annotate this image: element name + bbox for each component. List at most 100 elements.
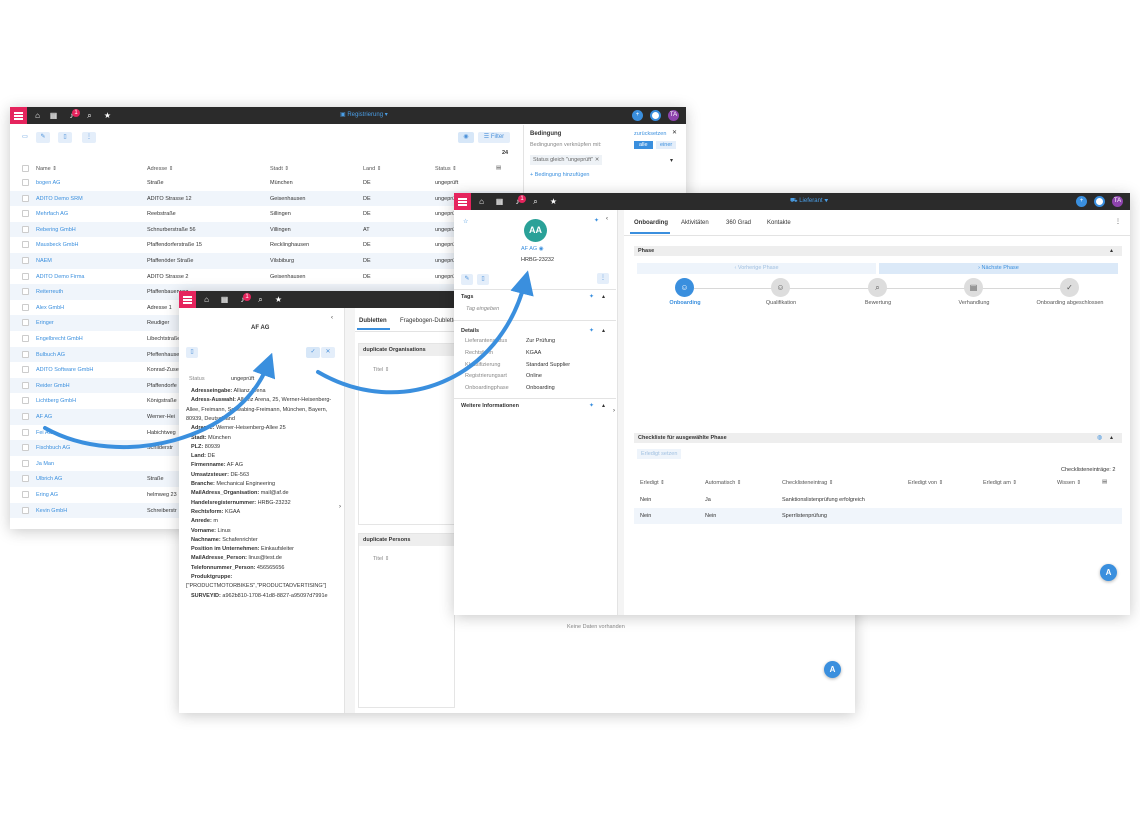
more-icon[interactable]: ⋮ bbox=[82, 132, 96, 143]
row-checkbox[interactable] bbox=[22, 288, 29, 296]
table-row[interactable]: bogen AG Straße München DE ungeprüft bbox=[10, 175, 520, 191]
cancel-icon[interactable]: ✕ bbox=[321, 347, 335, 358]
prev-phase-button[interactable]: ‹ Vorherige Phase bbox=[637, 263, 876, 274]
table-row[interactable]: ADITO Demo Firma ADITO Strasse 2 Geisenhau… bbox=[10, 269, 520, 285]
column-settings-icon[interactable]: ▤ bbox=[1102, 479, 1107, 485]
cell-name[interactable]: Rebering GmbH bbox=[36, 227, 76, 233]
help-icon[interactable] bbox=[650, 110, 661, 121]
cell-name[interactable]: Alex GmbH bbox=[36, 305, 64, 311]
view-toggle-icon[interactable]: ◉ bbox=[458, 132, 474, 143]
cell-name[interactable]: Reiterreuth bbox=[36, 289, 63, 295]
row-checkbox[interactable] bbox=[22, 413, 29, 420]
tab-questionnaire-duplicate[interactable]: Fragebogen-Dublette bbox=[400, 318, 457, 324]
search-icon[interactable]: ⌕ bbox=[255, 294, 266, 305]
menu-icon[interactable] bbox=[179, 291, 196, 308]
home-icon[interactable]: ⌂ bbox=[32, 110, 43, 121]
cell-name[interactable]: ADITO Demo SRM bbox=[36, 196, 83, 202]
column-header-status[interactable]: Status ⇕ bbox=[435, 166, 457, 172]
add-icon[interactable]: + bbox=[632, 110, 643, 121]
folder-icon[interactable]: ▭ bbox=[18, 132, 32, 143]
table-row[interactable]: Mausbeck GmbH Pfaffendorferstraße 15 Reckl… bbox=[10, 237, 520, 253]
evaluation-step-icon[interactable]: ⌕ bbox=[868, 278, 887, 297]
edit-icon[interactable]: ✎ bbox=[461, 274, 473, 285]
row-checkbox[interactable] bbox=[22, 303, 29, 311]
table-row[interactable]: Nein Ja Sanktionslistenprüfung erfolgrei… bbox=[634, 492, 1122, 508]
chevron-down-icon[interactable]: ▾ bbox=[670, 157, 673, 164]
chevron-up-icon[interactable]: ▴ bbox=[1110, 247, 1113, 254]
expand-icon[interactable]: › bbox=[613, 408, 615, 414]
chevron-up-icon[interactable]: ▴ bbox=[1110, 434, 1113, 441]
row-checkbox[interactable] bbox=[22, 272, 29, 280]
cell-name[interactable]: Mehrfach AG bbox=[36, 211, 68, 217]
cell-name[interactable]: bogen AG bbox=[36, 180, 60, 186]
row-checkbox[interactable] bbox=[22, 319, 29, 327]
cell-name[interactable]: Bulbuch AG bbox=[36, 352, 65, 358]
column-header-city[interactable]: Stadt ⇕ bbox=[270, 166, 289, 172]
cell-name[interactable]: Fischbuch AG bbox=[36, 445, 70, 451]
row-checkbox[interactable] bbox=[22, 459, 29, 467]
bell-icon[interactable]: ♪ 1 bbox=[512, 195, 526, 207]
tab-360[interactable]: 360 Grad bbox=[726, 220, 751, 226]
tab-contacts[interactable]: Kontakte bbox=[767, 220, 791, 226]
row-checkbox[interactable] bbox=[22, 475, 29, 483]
home-icon[interactable]: ⌂ bbox=[201, 294, 212, 305]
home-icon[interactable]: ⌂ bbox=[476, 196, 487, 207]
row-checkbox[interactable] bbox=[22, 241, 29, 249]
cell-name[interactable]: Lichtberg GmbH bbox=[36, 398, 76, 404]
search-icon[interactable]: ⌕ bbox=[530, 196, 541, 207]
completed-step-icon[interactable]: ✓ bbox=[1060, 278, 1079, 297]
search-icon[interactable]: ⌕ bbox=[84, 110, 95, 121]
menu-icon[interactable] bbox=[10, 107, 27, 124]
bell-icon[interactable]: ♪ 1 bbox=[66, 109, 80, 121]
negotiation-step-icon[interactable]: ▤ bbox=[964, 278, 983, 297]
collapse-icon[interactable]: ‹ bbox=[606, 216, 608, 222]
row-checkbox[interactable] bbox=[22, 350, 29, 358]
row-checkbox[interactable] bbox=[22, 194, 29, 202]
context-selector[interactable]: ▣ Registrierung ▾ bbox=[340, 111, 388, 118]
cell-name[interactable]: ADITO Demo Firma bbox=[36, 274, 85, 280]
delete-icon[interactable]: ▯ bbox=[58, 132, 72, 143]
row-checkbox[interactable] bbox=[22, 381, 29, 389]
cell-name[interactable]: AF AG bbox=[36, 414, 52, 420]
row-checkbox[interactable] bbox=[22, 179, 29, 186]
row-checkbox[interactable] bbox=[22, 210, 29, 218]
row-checkbox[interactable] bbox=[22, 506, 29, 514]
edit-icon[interactable]: ✎ bbox=[36, 132, 50, 143]
reset-link[interactable]: zurücksetzen bbox=[634, 131, 666, 137]
next-phase-button[interactable]: › Nächste Phase bbox=[879, 263, 1118, 274]
select-all-checkbox[interactable] bbox=[22, 165, 29, 172]
filter-button[interactable]: ☰ Filter bbox=[478, 132, 510, 143]
bell-icon[interactable]: ♪ 1 bbox=[237, 293, 251, 305]
delete-icon[interactable]: ▯ bbox=[477, 274, 489, 285]
column-header-address[interactable]: Adresse ⇕ bbox=[147, 166, 173, 172]
mark-done-button[interactable]: Erledigt setzen bbox=[637, 449, 682, 459]
column-header-knowledge[interactable]: Wissen ⇕ bbox=[1057, 480, 1081, 486]
row-checkbox[interactable] bbox=[22, 366, 29, 374]
cell-name[interactable]: Kevin GmbH bbox=[36, 508, 67, 514]
supplier-name[interactable]: AF AG ◉ bbox=[521, 246, 544, 252]
row-checkbox[interactable] bbox=[22, 444, 29, 452]
help-icon[interactable] bbox=[1094, 196, 1105, 207]
star-icon[interactable]: ★ bbox=[548, 196, 559, 207]
delete-icon[interactable]: ▯ bbox=[186, 347, 198, 358]
calendar-icon[interactable]: ▦ bbox=[494, 196, 505, 207]
table-row[interactable]: Nein Nein Sperrlistenprüfung bbox=[634, 508, 1122, 524]
calendar-icon[interactable]: ▦ bbox=[48, 110, 59, 121]
user-avatar[interactable]: TA bbox=[1112, 196, 1123, 207]
cell-name[interactable]: Reider GmbH bbox=[36, 383, 70, 389]
column-header-entry[interactable]: Checklisteneintrag ⇕ bbox=[782, 480, 833, 486]
add-icon[interactable]: + bbox=[1076, 196, 1087, 207]
cell-name[interactable]: Ja Man bbox=[36, 461, 54, 467]
pin-icon[interactable]: ✦ bbox=[589, 327, 594, 334]
tab-dubletten[interactable]: Dubletten bbox=[359, 318, 387, 324]
collapse-icon[interactable]: ‹ bbox=[331, 315, 333, 321]
star-icon[interactable]: ★ bbox=[273, 294, 284, 305]
chevron-up-icon[interactable]: ▴ bbox=[602, 293, 605, 300]
cell-name[interactable]: Mausbeck GmbH bbox=[36, 242, 79, 248]
row-checkbox[interactable] bbox=[22, 491, 29, 498]
row-checkbox[interactable] bbox=[22, 225, 29, 233]
tab-onboarding[interactable]: Onboarding bbox=[634, 220, 668, 226]
assistant-button[interactable]: A bbox=[1100, 564, 1117, 581]
expand-icon[interactable]: › bbox=[339, 504, 341, 510]
calendar-icon[interactable]: ▦ bbox=[219, 294, 230, 305]
